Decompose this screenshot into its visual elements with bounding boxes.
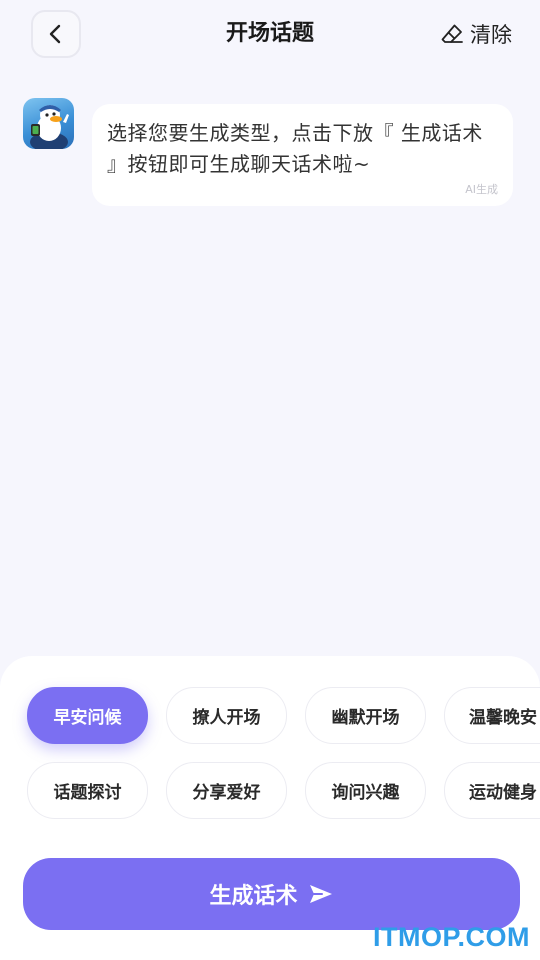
clear-label: 清除: [470, 23, 512, 47]
ai-generated-tag: AI生成: [465, 183, 498, 196]
message-bubble: 选择您要生成类型，点击下放『 生成话术 』按钮即可生成聊天话术啦~ AI生成: [92, 104, 513, 206]
header-bar: 开场话题 清除: [0, 0, 540, 70]
watermark-logo: ITMOP.COM: [372, 922, 530, 952]
topic-chip-warm-goodnight[interactable]: 温馨晚安: [444, 687, 540, 744]
generate-button[interactable]: 生成话术: [23, 858, 520, 930]
topic-chip-sports-fitness[interactable]: 运动健身: [444, 762, 540, 819]
topic-chip-morning-greeting[interactable]: 早安问候: [27, 687, 148, 744]
avatar: [23, 98, 74, 149]
send-icon: [309, 885, 332, 903]
topic-chip-flirty-opener[interactable]: 撩人开场: [166, 687, 287, 744]
topic-chip-share-hobbies[interactable]: 分享爱好: [166, 762, 287, 819]
topic-chip-humorous-opener[interactable]: 幽默开场: [305, 687, 426, 744]
topic-chip-ask-interests[interactable]: 询问兴趣: [305, 762, 426, 819]
topic-chip-topic-discussion[interactable]: 话题探讨: [27, 762, 148, 819]
generate-label: 生成话术: [209, 884, 298, 909]
eraser-icon: [441, 24, 463, 43]
duck-mascot-avatar: [30, 105, 69, 149]
clear-button[interactable]: 清除: [440, 18, 512, 50]
message-text: 选择您要生成类型，点击下放『 生成话术 』按钮即可生成聊天话术啦~: [107, 121, 483, 176]
